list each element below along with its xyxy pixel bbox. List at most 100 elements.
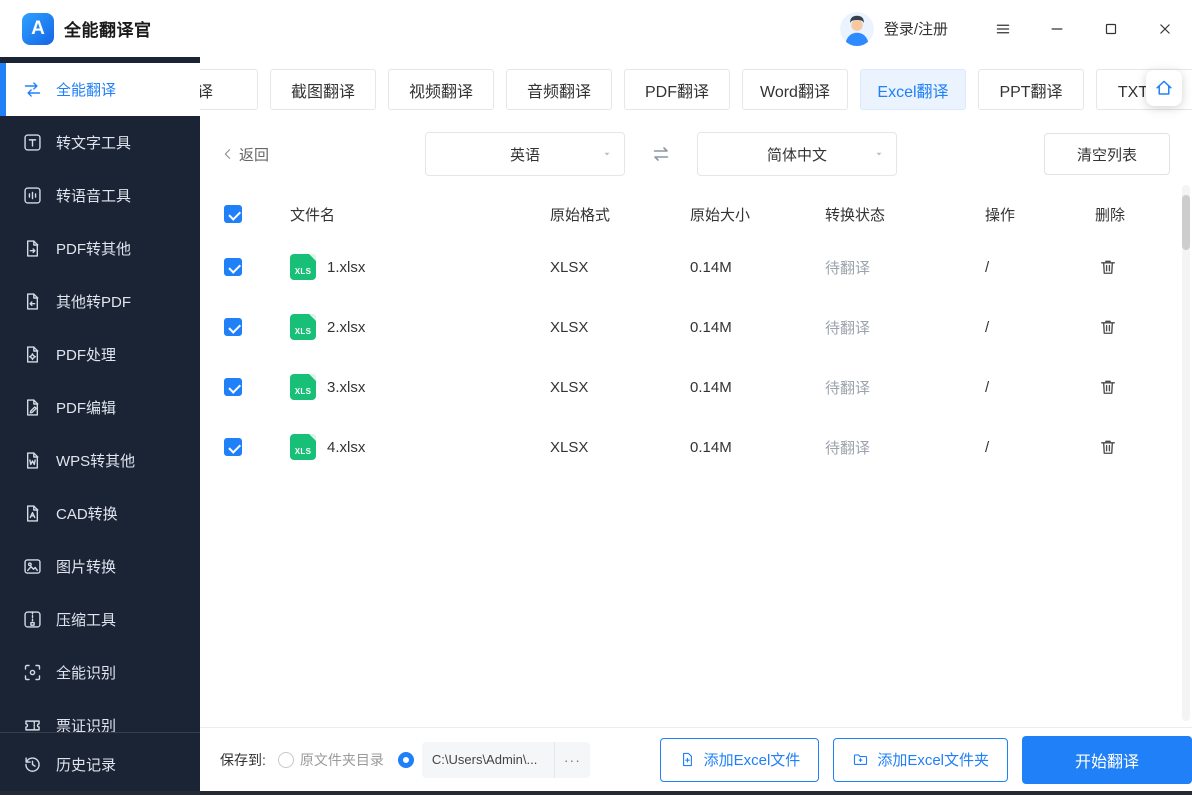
file-format: XLSX xyxy=(550,438,589,456)
target-language-value: 简体中文 xyxy=(767,146,828,164)
tab[interactable]: Excel翻译 xyxy=(860,69,966,110)
home-button[interactable] xyxy=(1146,70,1182,106)
file-format: XLSX xyxy=(550,378,589,396)
save-path-box: C:\Users\Admin\... ··· xyxy=(421,741,590,778)
other-to-pdf-icon xyxy=(22,291,43,312)
row-checkbox[interactable] xyxy=(224,378,242,396)
caret-down-icon xyxy=(601,148,613,160)
target-language-select[interactable]: 简体中文 xyxy=(697,132,898,176)
close-button[interactable] xyxy=(1156,20,1174,38)
sidebar-item[interactable]: WPS转其他 xyxy=(0,434,200,487)
original-folder-option[interactable]: 原文件夹目录 xyxy=(277,750,384,770)
delete-button[interactable] xyxy=(1098,257,1118,277)
tab[interactable]: 译 xyxy=(200,69,258,110)
footer-actions: 添加Excel文件 添加Excel文件夹 开始翻译 xyxy=(646,735,1192,784)
tab[interactable]: PDF翻译 xyxy=(624,69,730,110)
source-language-select[interactable]: 英语 xyxy=(425,132,626,176)
sidebar-item-label: CAD转换 xyxy=(56,506,118,523)
file-status: 待翻译 xyxy=(825,319,871,337)
sidebar-item[interactable]: 票证识别 xyxy=(0,699,200,732)
sidebar-item-history[interactable]: 历史记录 xyxy=(0,733,200,795)
add-excel-file-button[interactable]: 添加Excel文件 xyxy=(659,737,820,782)
table-row: XLS 3.xlsx XLSX 0.14M 待翻译 / xyxy=(200,357,1192,417)
file-status: 待翻译 xyxy=(825,439,871,457)
window-controls: 登录/注册 xyxy=(839,11,1192,46)
maximize-button[interactable] xyxy=(1102,20,1120,38)
tab-label: 音频翻译 xyxy=(526,83,591,101)
sidebar-item[interactable]: CAD转换 xyxy=(0,487,200,540)
translate-icon xyxy=(22,79,43,100)
file-operation: / xyxy=(985,438,990,456)
delete-button[interactable] xyxy=(1098,377,1118,397)
sidebar-item[interactable]: 其他转PDF xyxy=(0,275,200,328)
sidebar: 全能翻译 转文字工具 转语音工具 PDF转其他 其他转PDF PDF处理 PDF… xyxy=(0,57,200,795)
tabs-row: 译 截图翻译 视频翻译 音频翻译 PDF翻译 Word翻译 Excel翻译 PP… xyxy=(200,57,1192,115)
user-avatar[interactable] xyxy=(839,11,874,46)
original-folder-radio[interactable] xyxy=(277,751,294,768)
column-header-delete: 删除 xyxy=(1095,206,1126,224)
to-text-icon xyxy=(22,132,43,153)
sidebar-item-label: 全能识别 xyxy=(56,665,117,682)
sidebar-item[interactable]: PDF处理 xyxy=(0,328,200,381)
sidebar-item[interactable]: 压缩工具 xyxy=(0,593,200,646)
select-all-checkbox[interactable] xyxy=(224,205,242,223)
sidebar-item-label: PDF处理 xyxy=(56,347,117,364)
to-audio-icon xyxy=(22,185,43,206)
column-header-name: 文件名 xyxy=(290,206,336,224)
sidebar-item[interactable]: PDF编辑 xyxy=(0,381,200,434)
app-brand: A 全能翻译官 xyxy=(0,12,200,45)
row-checkbox[interactable] xyxy=(224,258,242,276)
chevron-left-icon xyxy=(220,146,236,162)
file-format: XLSX xyxy=(550,258,589,276)
file-operation: / xyxy=(985,378,990,396)
login-register-link[interactable]: 登录/注册 xyxy=(884,18,948,39)
row-checkbox[interactable] xyxy=(224,318,242,336)
pdf-process-icon xyxy=(22,344,43,365)
delete-button[interactable] xyxy=(1098,317,1118,337)
sidebar-item-label: 图片转换 xyxy=(56,559,117,576)
file-status: 待翻译 xyxy=(825,259,871,277)
save-path-input[interactable]: C:\Users\Admin\... xyxy=(422,742,554,778)
custom-path-radio[interactable] xyxy=(397,751,414,768)
folder-plus-icon xyxy=(852,751,869,768)
browse-button[interactable]: ··· xyxy=(553,741,590,778)
tab[interactable]: PPT翻译 xyxy=(978,69,1084,110)
tab[interactable]: 音频翻译 xyxy=(506,69,612,110)
sidebar-item[interactable]: 图片转换 xyxy=(0,540,200,593)
file-name: 1.xlsx xyxy=(327,258,366,276)
start-translate-button[interactable]: 开始翻译 xyxy=(1022,735,1192,784)
add-excel-folder-button[interactable]: 添加Excel文件夹 xyxy=(833,737,1008,782)
tab[interactable]: Word翻译 xyxy=(742,69,848,110)
file-name: 4.xlsx xyxy=(327,438,366,456)
menu-icon[interactable] xyxy=(994,20,1012,38)
sidebar-item[interactable]: 转文字工具 xyxy=(0,116,200,169)
table-row: XLS 1.xlsx XLSX 0.14M 待翻译 / xyxy=(200,237,1192,297)
sidebar-item-label: 其他转PDF xyxy=(56,294,132,311)
delete-button[interactable] xyxy=(1098,437,1118,457)
tab[interactable]: 视频翻译 xyxy=(388,69,494,110)
pdf-to-other-icon xyxy=(22,238,43,259)
clear-list-button[interactable]: 清空列表 xyxy=(1044,133,1170,175)
sidebar-item[interactable]: PDF转其他 xyxy=(0,222,200,275)
ticket-icon xyxy=(22,715,43,732)
back-label: 返回 xyxy=(239,146,270,164)
back-button[interactable]: 返回 xyxy=(220,144,269,165)
row-checkbox[interactable] xyxy=(224,438,242,456)
original-folder-label: 原文件夹目录 xyxy=(299,751,384,768)
main-content: 译 截图翻译 视频翻译 音频翻译 PDF翻译 Word翻译 Excel翻译 PP… xyxy=(200,57,1192,795)
sidebar-item[interactable]: 转语音工具 xyxy=(0,169,200,222)
app-title: 全能翻译官 xyxy=(64,21,152,40)
compress-icon xyxy=(22,609,43,630)
sidebar-item[interactable]: 全能识别 xyxy=(0,646,200,699)
minimize-button[interactable] xyxy=(1048,20,1066,38)
tab[interactable]: 截图翻译 xyxy=(270,69,376,110)
scrollbar-thumb[interactable] xyxy=(1182,195,1190,250)
swap-languages-button[interactable] xyxy=(646,139,676,169)
scrollbar[interactable] xyxy=(1182,185,1190,721)
sidebar-item-label: PDF编辑 xyxy=(56,400,117,417)
sidebar-item[interactable]: 全能翻译 xyxy=(0,63,200,116)
toolbar: 返回 英语 简体中文 清空列表 xyxy=(220,131,1192,177)
source-language-value: 英语 xyxy=(510,146,541,164)
column-header-operation: 操作 xyxy=(985,206,1016,224)
add-excel-file-label: 添加Excel文件 xyxy=(703,752,801,769)
